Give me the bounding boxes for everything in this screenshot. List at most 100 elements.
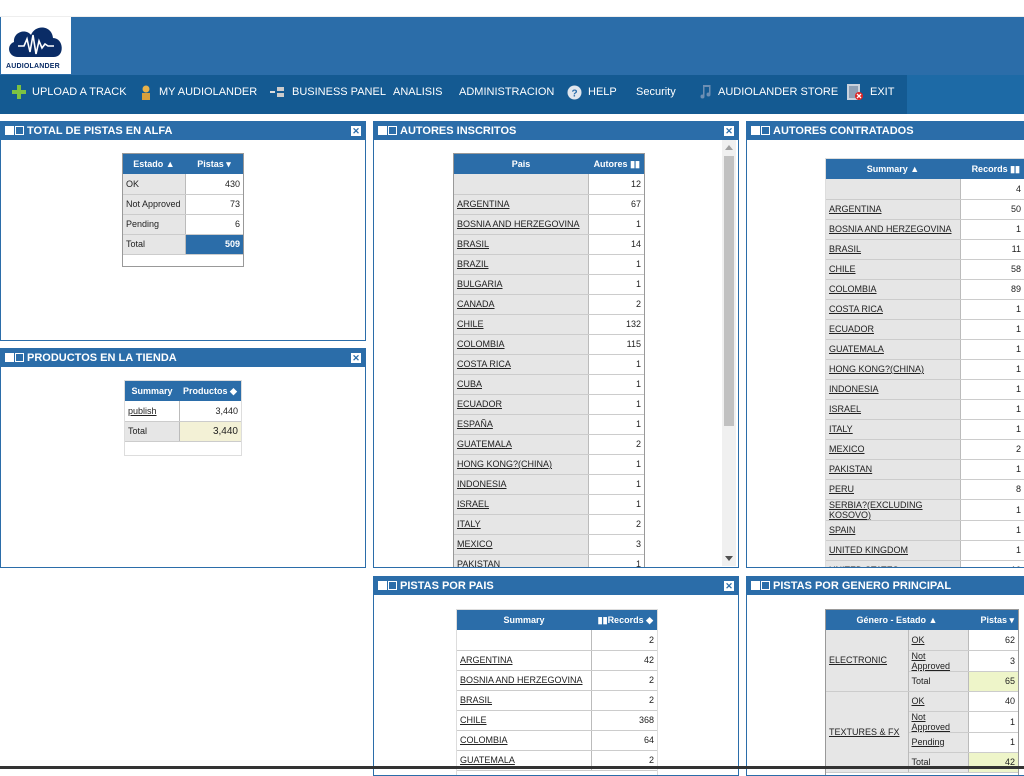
country-link[interactable]: BRASIL (829, 244, 861, 254)
country-link[interactable]: UNITED STATES (829, 565, 899, 567)
country-link[interactable]: BOSNIA AND HERZEGOVINA (829, 224, 952, 234)
country-link[interactable]: ISRAEL (829, 404, 861, 414)
header-pais[interactable]: Pais (454, 154, 588, 174)
header-autores[interactable]: Autores ▮▮ (588, 154, 644, 174)
country-link[interactable]: CUBA (457, 379, 482, 389)
header-records[interactable]: ▮▮Records ◆ (591, 610, 657, 630)
nav-audiolander-store[interactable]: AUDIOLANDER STORE (700, 75, 838, 109)
header-summary[interactable]: Summary ▲ (826, 159, 960, 179)
country-link[interactable]: COSTA RICA (829, 304, 883, 314)
table-row: ARGENTINA 67 (454, 194, 644, 215)
nav-help[interactable]: ? HELP (567, 75, 617, 109)
audiolander-logo[interactable]: AUDIOLANDER (1, 17, 71, 74)
header-summary[interactable]: Summary (125, 381, 179, 401)
header-genero-estado[interactable]: Género - Estado ▲ (826, 610, 968, 630)
window-icon[interactable] (751, 581, 771, 591)
country-link[interactable]: ARGENTINA (460, 655, 513, 665)
row-label: CHILE (454, 314, 589, 335)
scroll-down-icon[interactable] (725, 556, 733, 561)
window-icon[interactable] (378, 581, 398, 591)
row-label: GUATEMALA (826, 339, 961, 360)
nav-analisis[interactable]: ANALISIS (393, 75, 443, 109)
genre-link[interactable]: ELECTRONIC (829, 655, 887, 665)
country-link[interactable]: CANADA (457, 299, 495, 309)
country-link[interactable]: COLOMBIA (457, 339, 505, 349)
state-link[interactable]: Not Approved (912, 712, 951, 732)
window-icon[interactable] (5, 353, 25, 363)
country-link[interactable]: COLOMBIA (460, 735, 508, 745)
country-link[interactable]: ARGENTINA (457, 199, 510, 209)
close-icon[interactable]: ✕ (351, 126, 361, 136)
header-productos[interactable]: Productos ◆ (179, 381, 241, 401)
country-link[interactable]: BULGARIA (457, 279, 503, 289)
inscritos-scrollbar[interactable] (722, 140, 736, 566)
table-row: GUATEMALA 2 (454, 434, 644, 455)
header-records[interactable]: Records ▮▮ (960, 159, 1024, 179)
country-link[interactable]: CHILE (457, 319, 484, 329)
country-link[interactable]: BRASIL (457, 239, 489, 249)
country-link[interactable]: SERBIA?(EXCLUDING KOSOVO) (829, 500, 923, 520)
genre-link[interactable]: TEXTURES & FX (829, 727, 900, 737)
nav-my-audiolander[interactable]: MY AUDIOLANDER (140, 75, 257, 109)
country-link[interactable]: HONG KONG?(CHINA) (457, 459, 552, 469)
business-icon (270, 85, 286, 99)
country-link[interactable]: COSTA RICA (457, 359, 511, 369)
state-link[interactable]: OK (912, 696, 925, 706)
close-icon[interactable]: ✕ (724, 126, 734, 136)
table-row: COLOMBIA 89 (826, 279, 1024, 300)
nav-upload-a-track[interactable]: UPLOAD A TRACK (12, 75, 127, 109)
window-icon[interactable] (378, 126, 398, 136)
country-link[interactable]: PAKISTAN (829, 464, 872, 474)
panel-autores-inscritos: AUTORES INSCRITOS ✕ Pais Autores ▮▮ 12 AR… (373, 121, 739, 568)
state-link[interactable]: Not Approved (912, 651, 951, 671)
country-link[interactable]: CHILE (829, 264, 856, 274)
close-icon[interactable]: ✕ (351, 353, 361, 363)
country-link[interactable]: ECUADOR (829, 324, 874, 334)
row-value: 1 (968, 732, 1018, 753)
country-link[interactable]: MEXICO (457, 539, 493, 549)
scroll-up-icon[interactable] (725, 145, 733, 150)
nav-security[interactable]: Security (636, 75, 676, 109)
country-link[interactable]: INDONESIA (457, 479, 507, 489)
row-link[interactable]: publish (128, 406, 157, 416)
country-link[interactable]: ISRAEL (457, 499, 489, 509)
country-link[interactable]: ARGENTINA (829, 204, 882, 214)
row-value: 2 (591, 630, 657, 651)
close-icon[interactable]: ✕ (724, 581, 734, 591)
row-label: ITALY (826, 419, 961, 440)
nav-administracion[interactable]: ADMINISTRACION (459, 75, 554, 109)
window-icon[interactable] (751, 126, 771, 136)
country-link[interactable]: GUATEMALA (460, 755, 515, 765)
country-link[interactable]: GUATEMALA (829, 344, 884, 354)
state-link[interactable]: OK (912, 635, 925, 645)
header-pistas[interactable]: Pistas ▾ (185, 154, 243, 174)
header-estado[interactable]: Estado ▲ (123, 154, 185, 174)
country-link[interactable]: BOSNIA AND HERZEGOVINA (460, 675, 583, 685)
header-pistas[interactable]: Pistas ▾ (968, 610, 1018, 630)
table-row: BRASIL 14 (454, 234, 644, 255)
country-link[interactable]: ESPAÑA (457, 419, 493, 429)
country-link[interactable]: PAKISTAN (457, 559, 500, 567)
country-link[interactable]: MEXICO (829, 444, 865, 454)
scroll-thumb[interactable] (724, 156, 734, 426)
country-link[interactable]: CHILE (460, 715, 487, 725)
header-summary[interactable]: Summary (457, 610, 591, 630)
window-icon[interactable] (5, 126, 25, 136)
country-link[interactable]: ITALY (457, 519, 481, 529)
country-link[interactable]: COLOMBIA (829, 284, 877, 294)
country-link[interactable]: BRAZIL (457, 259, 489, 269)
country-link[interactable]: PERU (829, 484, 854, 494)
country-link[interactable]: HONG KONG?(CHINA) (829, 364, 924, 374)
country-link[interactable]: BOSNIA AND HERZEGOVINA (457, 219, 580, 229)
country-link[interactable]: UNITED KINGDOM (829, 545, 908, 555)
country-link[interactable]: ECUADOR (457, 399, 502, 409)
country-link[interactable]: ITALY (829, 424, 853, 434)
productos-table-box: Summary Productos ◆ publish 3,440 Total … (124, 380, 242, 456)
country-link[interactable]: GUATEMALA (457, 439, 512, 449)
nav-exit[interactable]: EXIT (846, 75, 894, 109)
country-link[interactable]: INDONESIA (829, 384, 879, 394)
country-link[interactable]: SPAIN (829, 525, 855, 535)
state-link[interactable]: Pending (912, 737, 945, 747)
country-link[interactable]: BRASIL (460, 695, 492, 705)
nav-business-panel[interactable]: BUSINESS PANEL (270, 75, 386, 109)
